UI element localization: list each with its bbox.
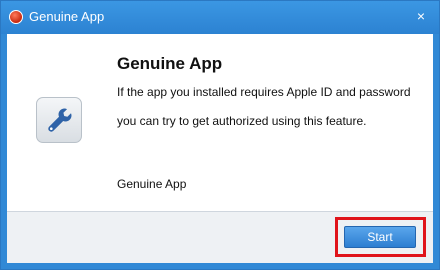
dialog-window: Genuine App × Genuine App If the app you… [0,0,440,270]
window-title: Genuine App [29,9,105,24]
content-panel: Genuine App If the app you installed req… [7,34,433,211]
app-name-label: Genuine App [117,177,187,191]
description-line-1: If the app you installed requires Apple … [117,85,411,99]
title-bar: Genuine App × [1,1,439,34]
description-line-2: you can try to get authorized using this… [117,114,367,128]
start-button[interactable]: Start [344,226,416,248]
app-logo-icon [9,10,23,24]
dialog-heading: Genuine App [117,54,223,73]
footer-bar: Start [7,211,433,263]
wrench-icon [36,97,82,143]
close-icon[interactable]: × [413,8,429,24]
